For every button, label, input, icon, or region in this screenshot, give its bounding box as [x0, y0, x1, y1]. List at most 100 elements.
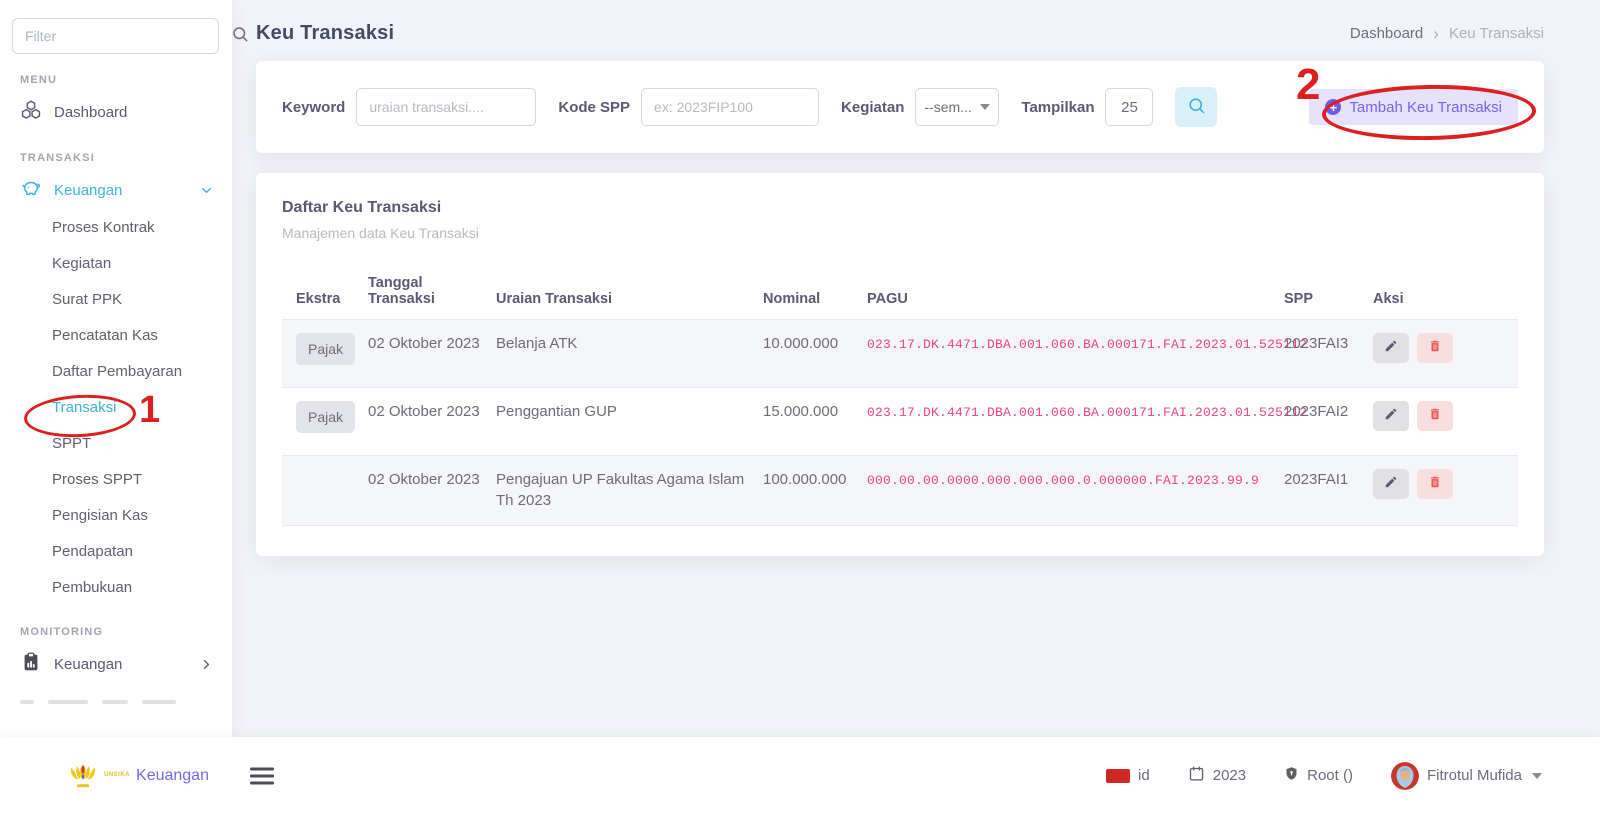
year-label: 2023 [1213, 767, 1246, 784]
cell-tanggal: 02 Oktober 2023 [368, 387, 496, 455]
add-button-label: Tambah Keu Transaksi [1349, 99, 1502, 116]
table-row: Pajak 02 Oktober 2023 Belanja ATK 10.000… [282, 319, 1518, 387]
col-ekstra: Ekstra [282, 251, 368, 319]
transaction-list-panel: Daftar Keu Transaksi Manajemen data Keu … [256, 173, 1544, 556]
table-header-row: Ekstra Tanggal Transaksi Uraian Transaks… [282, 251, 1518, 319]
sidebar-subitem-pembukuan[interactable]: Pembukuan [0, 570, 232, 606]
cell-tanggal: 02 Oktober 2023 [368, 319, 496, 387]
sidebar-subitem-sppt[interactable]: SPPT [0, 426, 232, 462]
col-pagu: PAGU [867, 251, 1284, 319]
cell-pagu: 023.17.DK.4471.DBA.001.060.BA.000171.FAI… [867, 405, 1307, 420]
sidebar-item-label: Keuangan [54, 656, 122, 673]
search-icon [1187, 96, 1206, 118]
kode-spp-input[interactable] [641, 88, 819, 126]
cell-nominal: 15.000.000 [763, 387, 867, 455]
flag-id-icon [1106, 769, 1130, 783]
cell-nominal: 100.000.000 [763, 455, 867, 526]
cell-spp: 2023FAI2 [1284, 387, 1373, 455]
table-row: Pajak 02 Oktober 2023 Penggantian GUP 15… [282, 387, 1518, 455]
cell-nominal: 10.000.000 [763, 319, 867, 387]
trash-icon [1428, 407, 1442, 424]
kegiatan-select[interactable]: --sem... [915, 88, 999, 126]
sidebar-subitem-pencatatan-kas[interactable]: Pencatatan Kas [0, 318, 232, 354]
sidebar-item-label: Keuangan [54, 182, 122, 199]
sidebar-item-keuangan[interactable]: Keuangan [0, 170, 232, 210]
col-aksi: Aksi [1373, 251, 1518, 319]
sidebar-item-partial [0, 684, 232, 704]
ekstra-badge: Pajak [296, 333, 355, 365]
delete-button[interactable] [1417, 333, 1453, 363]
chevron-right-icon [199, 657, 214, 672]
language-switcher[interactable]: id [1106, 767, 1150, 784]
table-row: 02 Oktober 2023 Pengajuan UP Fakultas Ag… [282, 455, 1518, 526]
main-content: Keu Transaksi Dashboard › Keu Transaksi … [232, 0, 1600, 737]
page-title: Keu Transaksi [256, 22, 394, 45]
kegiatan-select-value: --sem... [924, 99, 971, 115]
brand-name[interactable]: Keuangan [136, 767, 209, 785]
delete-button[interactable] [1417, 401, 1453, 431]
plus-circle-icon: + [1325, 99, 1341, 115]
year-selector[interactable]: 2023 [1188, 765, 1246, 786]
sidebar-subitem-proses-sppt[interactable]: Proses SPPT [0, 462, 232, 498]
calendar-icon [1188, 765, 1205, 786]
cell-uraian: Belanja ATK [496, 319, 763, 387]
keyword-input[interactable] [356, 88, 536, 126]
panel-title: Daftar Keu Transaksi [282, 199, 1518, 217]
sidebar-subitem-daftar-pembayaran[interactable]: Daftar Pembayaran [0, 354, 232, 390]
edit-button[interactable] [1373, 333, 1409, 363]
sidebar: MENU Dashboard TRANSAKSI [0, 0, 232, 737]
sidebar-subitem-pendapatan[interactable]: Pendapatan [0, 534, 232, 570]
locale-label: id [1138, 767, 1150, 784]
sidebar-section-transaksi: TRANSAKSI [20, 152, 232, 164]
unsika-logo-icon [68, 763, 98, 789]
sidebar-item-monitoring-keuangan[interactable]: Keuangan [0, 644, 232, 684]
search-button[interactable] [1175, 87, 1217, 127]
role-menu[interactable]: Root () [1284, 765, 1353, 786]
user-menu[interactable]: Fitrotul Mufida [1391, 762, 1542, 790]
transactions-table: Ekstra Tanggal Transaksi Uraian Transaks… [282, 251, 1518, 526]
sidebar-item-label: Dashboard [54, 104, 127, 121]
cell-spp: 2023FAI3 [1284, 319, 1373, 387]
sidebar-subitem-proses-kontrak[interactable]: Proses Kontrak [0, 210, 232, 246]
sidebar-subitem-kegiatan[interactable]: Kegiatan [0, 246, 232, 282]
pencil-icon [1384, 339, 1398, 356]
edit-button[interactable] [1373, 469, 1409, 499]
select-caret-icon [980, 104, 990, 110]
sidebar-section-menu: MENU [20, 74, 232, 86]
pencil-icon [1384, 407, 1398, 424]
cell-uraian: Pengajuan UP Fakultas Agama Islam Th 202… [496, 455, 763, 526]
chevron-down-icon [199, 183, 214, 198]
breadcrumb: Dashboard › Keu Transaksi [1350, 24, 1544, 44]
tampilkan-label: Tampilkan [1021, 99, 1094, 116]
breadcrumb-dashboard[interactable]: Dashboard [1350, 25, 1423, 42]
sidebar-subitem-transaksi[interactable]: Transaksi [0, 390, 232, 426]
add-keu-transaksi-button[interactable]: + Tambah Keu Transaksi [1309, 89, 1518, 125]
menu-toggle-button[interactable] [250, 763, 274, 788]
ekstra-badge: Pajak [296, 401, 355, 433]
brand-logo-link[interactable]: UNSIKA [68, 763, 130, 789]
sidebar-subitem-surat-ppk[interactable]: Surat PPK [0, 282, 232, 318]
filter-panel: Keyword Kode SPP Kegiatan --sem... Tampi… [256, 61, 1544, 153]
search-icon [231, 25, 249, 48]
cell-uraian: Penggantian GUP [496, 387, 763, 455]
sidebar-item-dashboard[interactable]: Dashboard [0, 92, 232, 132]
sidebar-subitem-pengisian-kas[interactable]: Pengisian Kas [0, 498, 232, 534]
clipboard-chart-icon [20, 651, 42, 677]
sidebar-section-monitoring: MONITORING [20, 626, 232, 638]
panel-subtitle: Manajemen data Keu Transaksi [282, 225, 1518, 241]
col-tanggal: Tanggal Transaksi [368, 251, 496, 319]
sidebar-filter-input[interactable] [12, 18, 219, 54]
edit-button[interactable] [1373, 401, 1409, 431]
cell-spp: 2023FAI1 [1284, 455, 1373, 526]
user-avatar [1391, 762, 1419, 790]
delete-button[interactable] [1417, 469, 1453, 499]
cell-pagu: 023.17.DK.4471.DBA.001.060.BA.000171.FAI… [867, 337, 1307, 352]
trash-icon [1428, 475, 1442, 492]
boxes-icon [20, 99, 42, 125]
user-name: Fitrotul Mufida [1427, 767, 1522, 784]
col-spp: SPP [1284, 251, 1373, 319]
shield-icon [1284, 765, 1299, 786]
tampilkan-input[interactable] [1105, 88, 1153, 126]
cell-pagu: 000.00.00.0000.000.000.000.0.000000.FAI.… [867, 473, 1259, 488]
cell-tanggal: 02 Oktober 2023 [368, 455, 496, 526]
